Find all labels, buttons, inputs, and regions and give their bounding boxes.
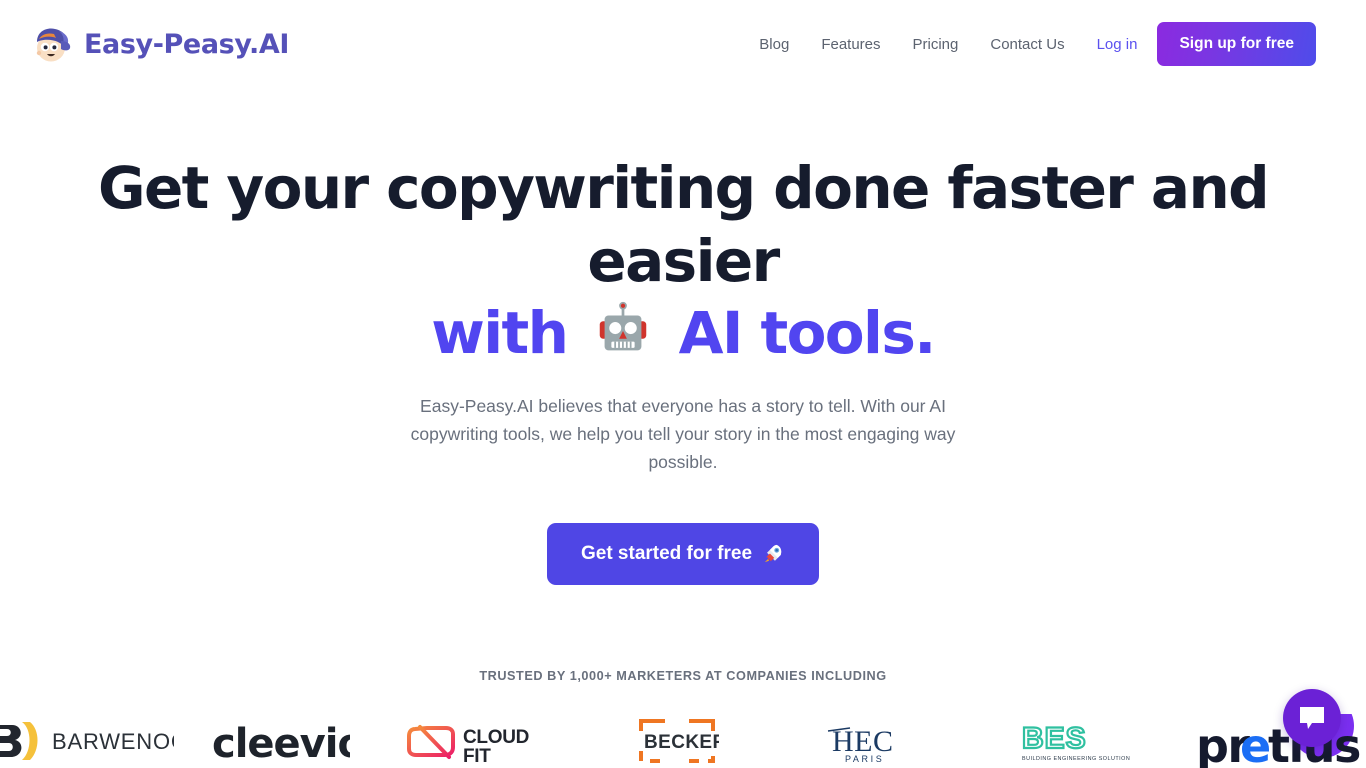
svg-text:BARWENOCK: BARWENOCK: [52, 729, 174, 754]
rocket-emoji: [764, 544, 782, 563]
hero-subheading: Easy-Peasy.AI believes that everyone has…: [410, 395, 956, 473]
logo-barwenock: BARWENOCK: [0, 714, 181, 768]
nav-link-contact-us[interactable]: Contact Us: [974, 28, 1080, 61]
svg-text:BES: BES: [1022, 722, 1087, 755]
mascot-face-icon: [36, 28, 71, 62]
hero-section: Get your copywriting done faster and eas…: [0, 152, 1366, 585]
logo-becker: BECKER: [578, 714, 777, 768]
svg-text:BUILDING ENGINEERING SOLUTIONS: BUILDING ENGINEERING SOLUTIONS: [1022, 756, 1130, 762]
logo-bes-icon: BES BUILDING ENGINEERING SOLUTIONS: [1021, 721, 1130, 762]
svg-text:PARIS: PARIS: [845, 754, 884, 764]
logo-hec-paris: HEC PARIS: [776, 714, 975, 768]
logo-cloudfit: CLOUD FIT: [379, 714, 578, 768]
chat-bubble-icon: [1300, 707, 1324, 729]
headline-line-1: Get your copywriting done faster and eas…: [97, 154, 1270, 295]
svg-text:CLOUD: CLOUD: [463, 727, 529, 748]
logo-cleevio: cleevio: [181, 714, 380, 768]
cta-container: Get started for free: [0, 522, 1366, 585]
logo-bes: BES BUILDING ENGINEERING SOLUTIONS: [975, 714, 1174, 768]
get-started-button[interactable]: Get started for free: [546, 522, 820, 585]
client-logo-strip: BARWENOCK cleevio CLOUD FIT: [0, 714, 1366, 768]
trusted-by-label: TRUSTED BY 1,000+ MARKETERS AT COMPANIES…: [479, 669, 887, 683]
nav-link-pricing[interactable]: Pricing: [897, 28, 975, 61]
logo-cleevio-icon: cleevio: [212, 721, 350, 765]
brand-name: Easy-Peasy.AI: [84, 28, 290, 60]
page-title: Get your copywriting done faster and eas…: [0, 152, 1366, 370]
nav-link-blog[interactable]: Blog: [743, 28, 805, 61]
landing-page: Easy-Peasy.AI Blog Features Pricing Cont…: [0, 0, 1366, 768]
nav-link-features[interactable]: Features: [805, 28, 896, 61]
chat-widget-button[interactable]: [1283, 689, 1341, 747]
login-link[interactable]: Log in: [1081, 28, 1158, 61]
logo-becker-icon: BECKER: [639, 719, 719, 763]
logo-barwenock-icon: BARWENOCK: [0, 722, 174, 760]
headline-line-2-prefix: with: [431, 299, 569, 367]
robot-emoji: [599, 301, 647, 351]
svg-text:BECKER: BECKER: [644, 732, 719, 753]
primary-nav: Blog Features Pricing Contact Us Log in …: [743, 22, 1316, 66]
svg-text:FIT: FIT: [463, 746, 491, 765]
logo-cloudfit-icon: CLOUD FIT: [407, 725, 530, 765]
get-started-label: Get started for free: [580, 542, 753, 564]
headline-line-2-suffix: AI tools.: [678, 299, 937, 367]
svg-text:e: e: [1240, 719, 1270, 768]
signup-button[interactable]: Sign up for free: [1157, 22, 1316, 66]
brand-logo[interactable]: Easy-Peasy.AI: [30, 24, 289, 64]
logo-hec-paris-icon: HEC PARIS: [827, 725, 893, 764]
svg-text:cleevio: cleevio: [212, 721, 350, 765]
site-header: Easy-Peasy.AI Blog Features Pricing Cont…: [0, 0, 1366, 88]
